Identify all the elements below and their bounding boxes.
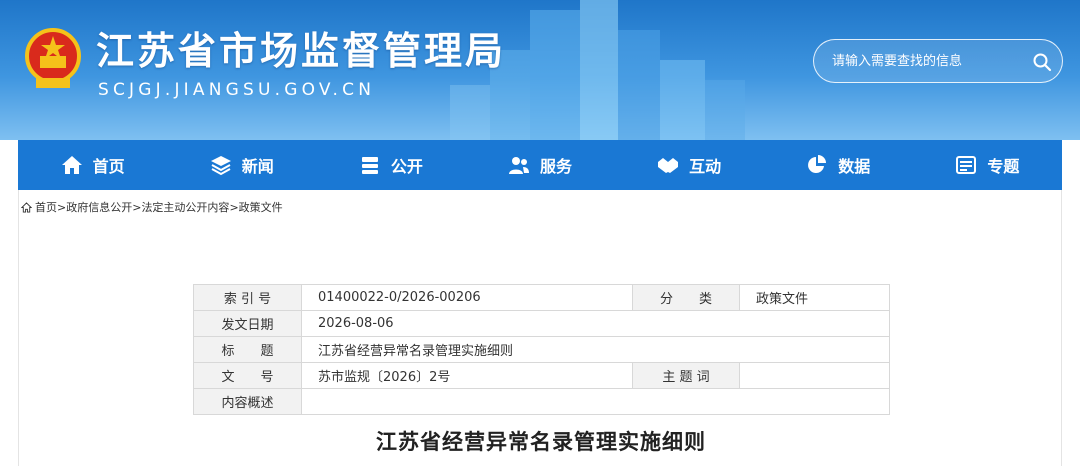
nav-item-service[interactable]: 服务 (465, 140, 614, 190)
keywords-value (739, 362, 890, 389)
nav-item-open[interactable]: 公开 (316, 140, 465, 190)
nav-item-label: 互动 (689, 157, 722, 176)
category-label: 分 类 (632, 284, 740, 311)
breadcrumb: 首页 > 政府信息公开 > 法定主动公开内容 > 政策文件 (21, 199, 283, 215)
home-icon (21, 201, 32, 213)
title-value: 江苏省经营异常名录管理实施细则 (301, 336, 890, 363)
home-icon (61, 156, 82, 174)
summary-label: 内容概述 (193, 388, 302, 415)
date-label: 发文日期 (193, 310, 302, 337)
site-domain: SCJGJ.JIANGSU.GOV.CN (98, 80, 376, 100)
nav-item-topic[interactable]: 专题 (913, 140, 1062, 190)
site-title: 江苏省市场监督管理局 (96, 29, 507, 73)
docno-value: 苏市监规〔2026〕2号 (301, 362, 633, 389)
nav-item-label: 服务 (539, 157, 572, 176)
title-label: 标 题 (193, 336, 302, 363)
nav-item-data[interactable]: 数据 (764, 140, 913, 190)
table-row: 标 题 江苏省经营异常名录管理实施细则 (193, 336, 890, 363)
nav-item-label: 公开 (390, 157, 423, 176)
index-label: 索 引 号 (193, 284, 302, 311)
table-row: 内容概述 (193, 388, 890, 415)
breadcrumb-home[interactable]: 首页 (35, 199, 57, 215)
document-title: 江苏省经营异常名录管理实施细则 (376, 430, 706, 454)
nav-item-label: 新闻 (241, 157, 274, 176)
date-value: 2026-08-06 (301, 310, 890, 337)
docno-label: 文 号 (193, 362, 302, 389)
main-content: 首页 > 政府信息公开 > 法定主动公开内容 > 政策文件 索 引 号 0140… (18, 190, 1062, 466)
users-icon (508, 157, 529, 174)
handshake-icon (658, 158, 679, 173)
nav-item-home[interactable]: 首页 (18, 140, 167, 190)
nav-item-label: 首页 (92, 157, 125, 176)
document-stack-icon (361, 157, 378, 174)
nav-item-label: 专题 (987, 157, 1020, 176)
main-nav: 首页 新闻 公开 服务 互动 数据 专题 (18, 140, 1062, 190)
index-value: 01400022-0/2026-00206 (301, 284, 633, 311)
search-input[interactable] (832, 51, 1012, 71)
breadcrumb-statutory[interactable]: 法定主动公开内容 (141, 199, 229, 215)
keywords-label: 主 题 词 (632, 362, 740, 389)
national-emblem-icon (25, 28, 81, 88)
table-row: 发文日期 2026-08-06 (193, 310, 890, 337)
table-row: 文 号 苏市监规〔2026〕2号 主 题 词 (193, 362, 890, 389)
nav-item-news[interactable]: 新闻 (167, 140, 316, 190)
nav-item-interact[interactable]: 互动 (615, 140, 764, 190)
layers-icon (210, 156, 231, 176)
search-icon[interactable] (1032, 52, 1052, 72)
nav-item-label: 数据 (838, 157, 871, 176)
search-box (813, 39, 1063, 83)
breadcrumb-gov-info[interactable]: 政府信息公开 (66, 199, 132, 215)
header-banner: 江苏省市场监督管理局 SCJGJ.JIANGSU.GOV.CN (0, 0, 1080, 140)
window-icon (956, 156, 977, 174)
table-row: 索 引 号 01400022-0/2026-00206 分 类 政策文件 (193, 284, 890, 311)
pie-chart-icon (808, 155, 827, 173)
breadcrumb-policy[interactable]: 政策文件 (239, 199, 283, 215)
summary-value (301, 388, 890, 415)
document-meta-table: 索 引 号 01400022-0/2026-00206 分 类 政策文件 发文日… (193, 284, 890, 415)
category-value: 政策文件 (739, 284, 890, 311)
